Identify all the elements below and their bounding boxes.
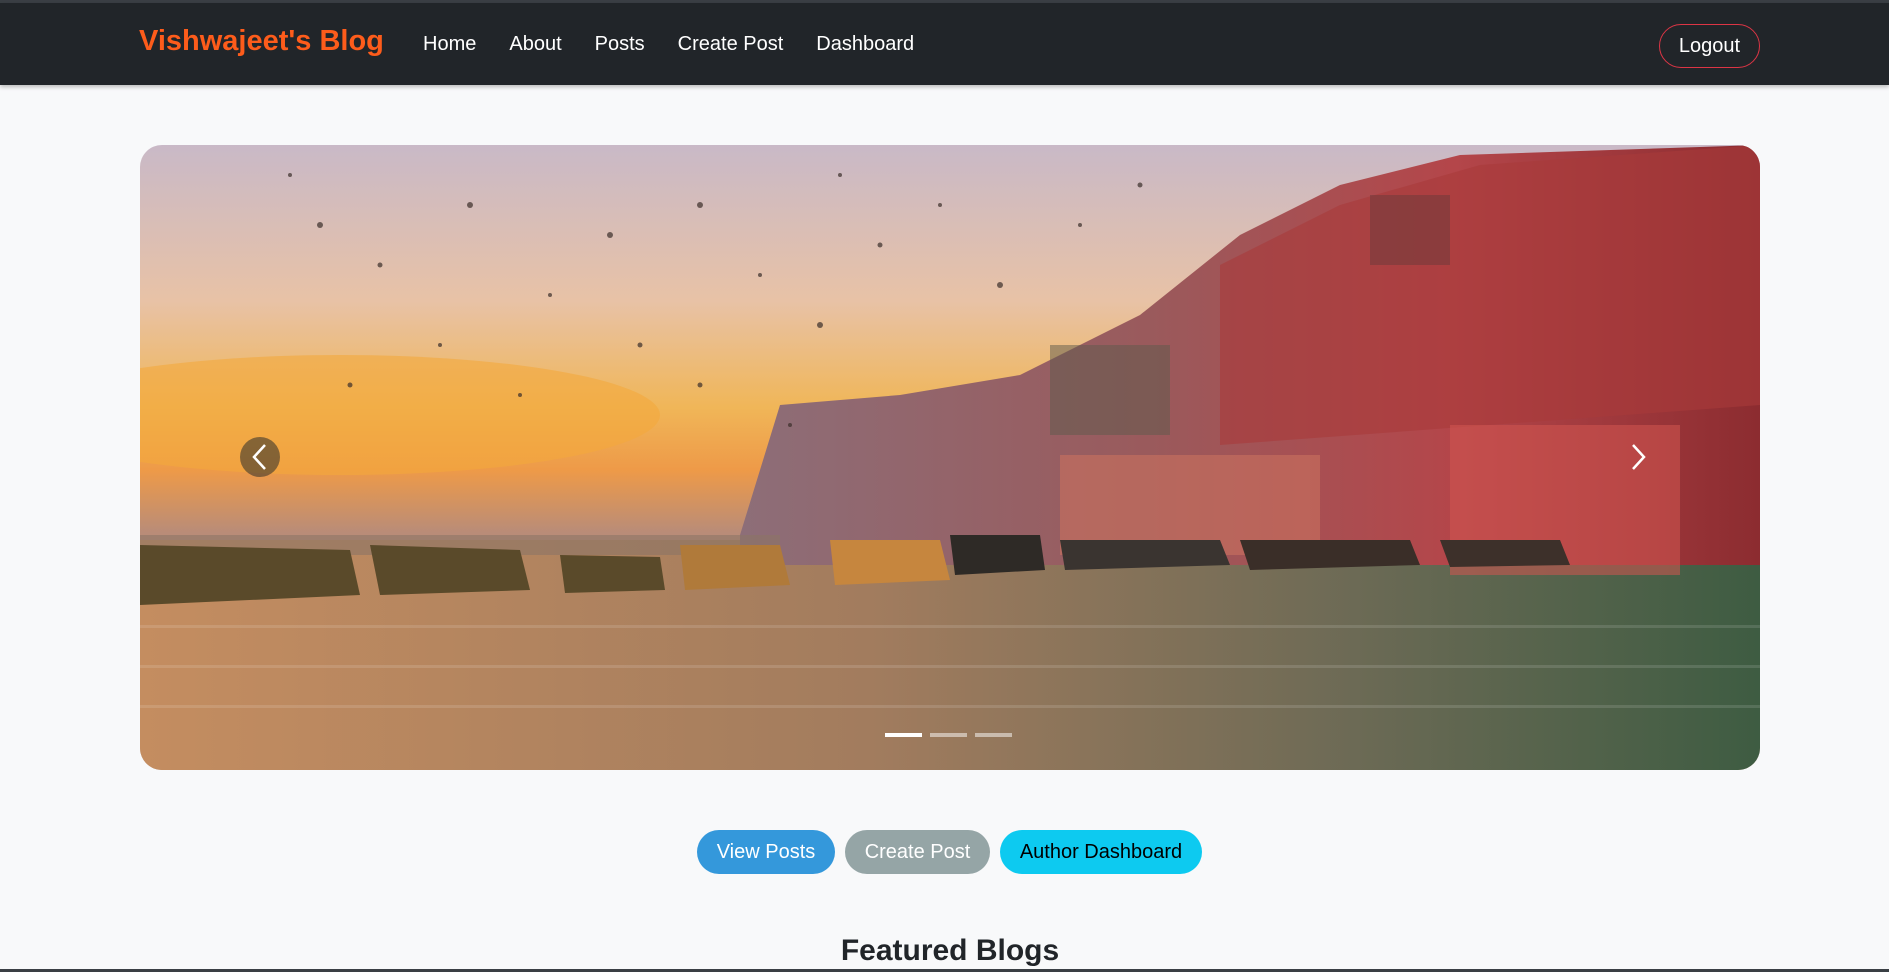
hero-carousel: [140, 145, 1760, 770]
carousel-indicators: [885, 733, 1020, 737]
nav-link-home[interactable]: Home: [423, 33, 476, 56]
navbar: Vishwajeet's Blog Home About Posts Creat…: [0, 3, 1889, 85]
carousel-indicator-3[interactable]: [975, 733, 1012, 737]
nav-link-create-post[interactable]: Create Post: [678, 33, 784, 56]
chevron-right-icon: [1632, 444, 1646, 470]
carousel-slide-image: [140, 145, 1760, 770]
carousel-indicator-1[interactable]: [885, 733, 922, 737]
carousel-next-button[interactable]: [1618, 437, 1658, 477]
carousel-indicator-2[interactable]: [930, 733, 967, 737]
author-dashboard-button[interactable]: Author Dashboard: [1000, 830, 1202, 874]
carousel-prev-button[interactable]: [240, 437, 280, 477]
action-buttons: View Posts Create Post Author Dashboard: [697, 830, 1212, 874]
chevron-left-icon: [252, 444, 266, 470]
featured-blogs-heading: Featured Blogs: [840, 934, 1060, 967]
nav-link-about[interactable]: About: [509, 33, 561, 56]
nav-links: Home About Posts Create Post Dashboard: [423, 33, 947, 56]
brand-logo[interactable]: Vishwajeet's Blog: [139, 25, 384, 58]
nav-link-posts[interactable]: Posts: [595, 33, 645, 56]
logout-button[interactable]: Logout: [1659, 24, 1760, 68]
nav-link-dashboard[interactable]: Dashboard: [816, 33, 914, 56]
create-post-button[interactable]: Create Post: [845, 830, 990, 874]
view-posts-button[interactable]: View Posts: [697, 830, 835, 874]
